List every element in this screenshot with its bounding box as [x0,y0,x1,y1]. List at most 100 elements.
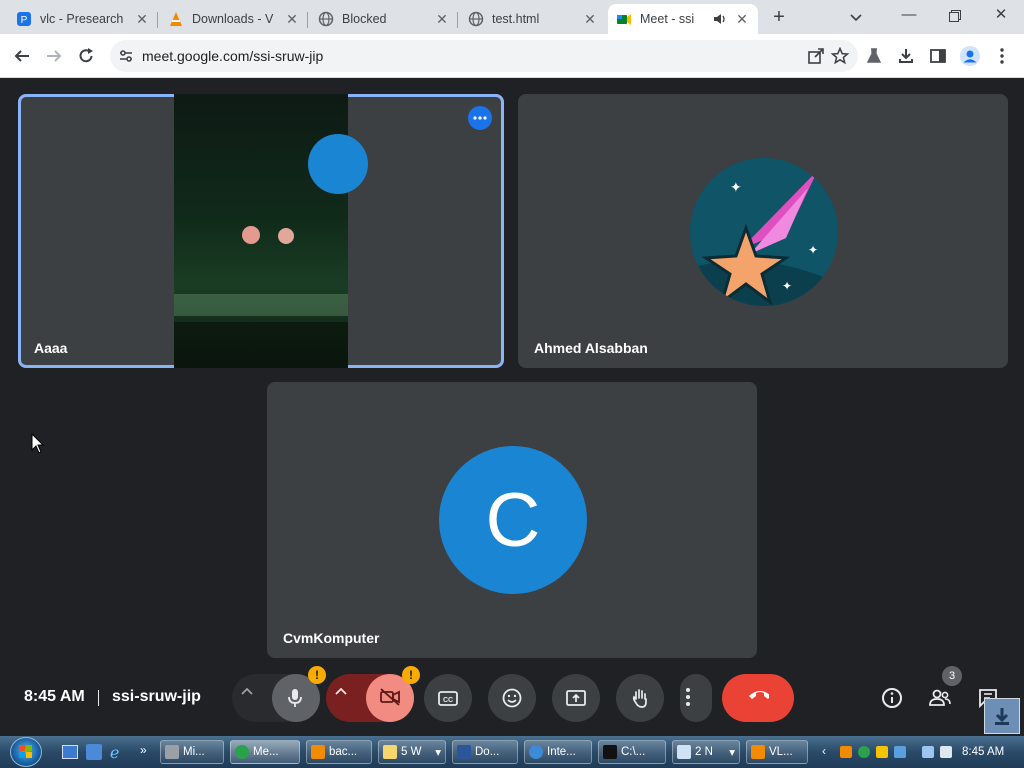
ie-quicklaunch-icon[interactable]: ℯ [110,743,119,762]
network-icon[interactable] [922,746,934,758]
close-tab-icon[interactable]: ✕ [134,11,150,27]
share-icon[interactable] [804,44,828,68]
bookmark-star-icon[interactable] [828,44,852,68]
meeting-details-button[interactable] [880,686,904,710]
profile-avatar-icon[interactable] [958,44,982,68]
close-window-icon[interactable]: ✕ [986,4,1016,28]
browser-menu-icon[interactable] [990,44,1014,68]
hang-up-icon [749,691,769,699]
minimize-icon[interactable]: — [894,4,924,28]
tab-test-html[interactable]: test.html ✕ [460,4,606,34]
taskbar-item[interactable]: Do... [452,740,518,764]
camera-off-button[interactable]: ! [366,666,420,722]
participant-video [174,94,368,368]
download-icon[interactable] [894,44,918,68]
quicklaunch-overflow-icon[interactable]: » [140,743,147,757]
back-arrow-icon[interactable] [10,44,34,68]
forward-arrow-icon[interactable] [42,44,66,68]
tray-app-icon[interactable] [894,746,906,758]
camera-off-icon [380,688,400,706]
meet-stage: Aaaa ✦ ✦ ✦ Ahmed Alsabban C CvmKomputer [0,78,1024,736]
video-options-chevron-icon[interactable] [326,687,366,709]
svg-text:✦: ✦ [782,279,792,293]
taskbar-item-label: 2 N [695,746,713,758]
start-button[interactable] [10,737,42,767]
labs-flask-icon[interactable] [862,44,886,68]
volume-muted-icon[interactable] [940,746,952,758]
taskbar-item[interactable]: C:\... [598,740,666,764]
taskbar-item-label: VL... [769,746,793,758]
camera-warning-badge: ! [402,666,420,684]
explorer-quicklaunch-icon[interactable] [86,744,102,760]
show-desktop-icon[interactable] [62,745,78,759]
taskbar-item-active[interactable]: Me... [230,740,300,764]
presearch-icon: P [16,11,32,27]
download-overlay-icon[interactable] [984,698,1020,734]
taskbar-item-label: 5 W [401,746,422,758]
taskbar-item[interactable]: Inte... [524,740,592,764]
browser-toolbar: meet.google.com/ssi-sruw-jip [0,34,1024,78]
system-clock: 8:45 AM [962,746,1005,758]
url-text: meet.google.com/ssi-sruw-jip [142,48,324,64]
reactions-button[interactable] [488,674,536,722]
tab-presearch[interactable]: P vlc - Presearch ✕ [8,4,158,34]
taskbar-item[interactable]: Mi... [160,740,224,764]
tray-status-icon[interactable] [858,746,870,758]
vlc-cone-icon [168,11,184,27]
more-vertical-icon [686,688,690,706]
tab-title: vlc - Presearch [40,12,124,26]
taskbar-item[interactable]: bac... [306,740,372,764]
close-tab-icon[interactable]: ✕ [284,11,300,27]
restore-icon[interactable] [940,4,970,28]
present-screen-button[interactable] [552,674,600,722]
security-shield-icon[interactable] [876,746,888,758]
group-dropdown-icon: ▾ [729,747,735,759]
side-panel-icon[interactable] [926,44,950,68]
tab-search-icon[interactable] [846,7,866,27]
participant-tile-aaaa[interactable]: Aaaa [18,94,504,368]
svg-text:✦: ✦ [730,180,742,196]
address-bar[interactable]: meet.google.com/ssi-sruw-jip [110,40,858,72]
participant-tile-cvmkomputer[interactable]: C CvmKomputer [267,382,757,658]
close-tab-icon[interactable]: ✕ [434,11,450,27]
tray-expand-icon[interactable]: ‹ [822,744,826,758]
captions-button[interactable]: CC [424,674,472,722]
raise-hand-icon [632,689,647,708]
vlc-tray-icon[interactable] [840,746,852,758]
tab-title: Meet - ssi [640,12,695,26]
tab-title: Blocked [342,12,387,26]
people-button[interactable] [928,686,952,710]
more-options-button[interactable] [680,674,712,722]
close-tab-icon[interactable]: ✕ [582,11,598,27]
microphone-button[interactable]: ! [272,666,326,722]
raise-hand-button[interactable] [616,674,664,722]
taskbar-item[interactable]: 5 W ▾ [378,740,446,764]
tab-blocked[interactable]: Blocked ✕ [310,4,458,34]
new-tab-button[interactable]: + [766,6,792,30]
ie-icon [529,745,543,759]
microphone-icon [288,689,302,707]
site-settings-icon[interactable] [118,48,134,64]
emoji-icon [502,688,522,708]
tab-meet[interactable]: Meet - ssi ✕ [608,4,758,34]
tab-title: test.html [492,12,540,26]
word-icon [457,745,471,759]
taskbar-item[interactable]: VL... [746,740,808,764]
audio-options-chevron-icon[interactable] [232,687,272,709]
taskbar-item-label: Mi... [183,746,205,758]
shooting-star-avatar: ✦ ✦ ✦ [690,158,838,306]
windows-logo-icon [19,745,32,758]
participant-tile-ahmed[interactable]: ✦ ✦ ✦ Ahmed Alsabban [518,94,1008,368]
close-tab-icon[interactable]: ✕ [734,11,750,27]
taskbar-item[interactable]: 2 N ▾ [672,740,740,764]
tab-downloads[interactable]: Downloads - V ✕ [160,4,308,34]
globe-icon [318,11,334,27]
command-prompt-icon [603,745,617,759]
reload-icon[interactable] [74,44,98,68]
meet-icon [616,11,632,27]
folder-icon [383,745,397,759]
more-options-button[interactable] [468,106,492,130]
audio-control-group: ! [232,666,326,722]
leave-call-button[interactable] [722,674,794,722]
taskbar-item-label: Me... [253,746,279,758]
